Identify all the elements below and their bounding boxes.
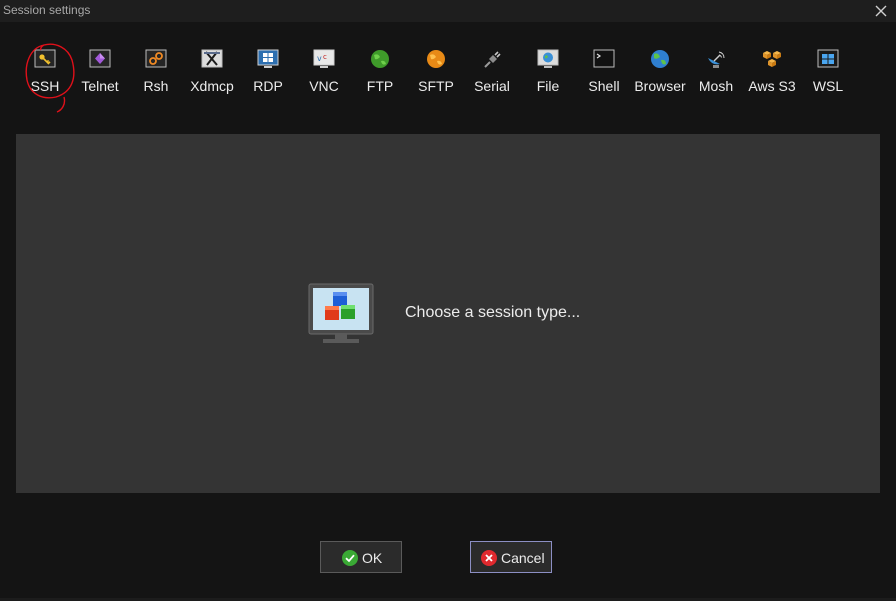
monitor-blocks-icon [308,283,374,343]
telnet-icon [89,49,111,68]
session-type-label: SFTP [418,78,454,94]
session-type-wsl[interactable]: WSL [798,48,858,98]
session-type-shell[interactable]: Shell [574,48,634,98]
session-type-aws-s3[interactable]: Aws S3 [742,48,802,98]
svg-text:c: c [323,53,327,61]
close-icon [875,5,887,17]
wsl-windows-icon [817,49,839,68]
session-type-label: SSH [30,78,60,94]
choose-session-prompt: Choose a session type... [405,304,581,321]
session-type-label: Mosh [698,78,734,94]
session-type-label: Telnet [81,78,119,94]
windows-icon [257,49,279,68]
cancel-label: Cancel [501,550,545,566]
window-title: Session settings [3,3,91,17]
ok-button[interactable]: OK [320,541,402,573]
serial-plug-icon [484,51,501,68]
session-type-label: Rsh [143,78,169,94]
key-icon [34,49,56,68]
globe-icon [651,50,669,68]
vnc-icon: v c [313,49,335,68]
close-button[interactable] [866,0,896,22]
session-type-label: Aws S3 [748,78,796,94]
file-icon [537,49,559,68]
aws-s3-icon [763,51,781,67]
cancel-x-icon [481,550,497,566]
session-type-label: VNC [309,78,339,94]
ftp-globe-icon [371,50,389,68]
session-type-browser[interactable]: Browser [630,48,690,98]
sftp-icon [427,50,445,68]
svg-text:v: v [317,54,322,63]
rsh-icon [145,49,167,68]
session-type-ssh[interactable]: SSH [15,48,75,98]
check-icon [342,550,358,566]
title-bar: Session settings [0,0,896,22]
session-type-label: FTP [366,78,394,94]
session-type-mosh[interactable]: Mosh [686,48,746,98]
session-type-label: Xdmcp [190,78,234,94]
session-type-rdp[interactable]: RDP [238,48,298,98]
session-type-file[interactable]: File [518,48,578,98]
session-type-sftp[interactable]: SFTP [406,48,466,98]
session-type-serial[interactable]: Serial [462,48,522,98]
x-icon [201,49,223,68]
session-type-panel: Choose a session type... [16,134,880,493]
satellite-icon [708,51,725,68]
session-type-telnet[interactable]: Telnet [70,48,130,98]
session-type-label: File [536,78,560,94]
session-type-label: Shell [588,78,620,94]
session-type-label: Browser [634,78,686,94]
session-type-label: Serial [474,78,510,94]
session-type-toolbar: SSH Telnet Rsh Xdmcp RDP v c VNC FTP SFT… [0,22,896,112]
session-type-ftp[interactable]: FTP [350,48,410,98]
session-type-vnc[interactable]: v c VNC [294,48,354,98]
terminal-icon [593,49,615,68]
ok-label: OK [362,550,383,566]
session-type-label: RDP [253,78,283,94]
session-type-xdmcp[interactable]: Xdmcp [182,48,242,98]
cancel-button[interactable]: Cancel [470,541,552,573]
session-type-rsh[interactable]: Rsh [126,48,186,98]
session-type-label: WSL [812,78,844,94]
